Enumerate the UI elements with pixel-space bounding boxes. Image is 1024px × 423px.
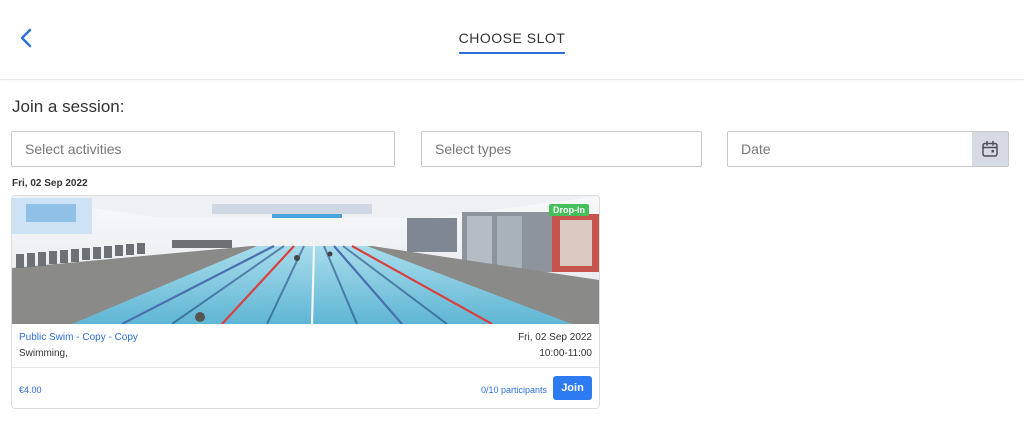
section-heading: Join a session:: [12, 97, 125, 116]
date-input[interactable]: [728, 132, 972, 166]
drop-in-badge: Drop-In: [549, 204, 589, 216]
session-image: Drop-In: [12, 196, 599, 324]
types-select[interactable]: [421, 131, 702, 167]
page-title-text: CHOOSE SLOT: [458, 30, 566, 54]
calendar-button[interactable]: [972, 132, 1008, 166]
activities-input[interactable]: [12, 132, 394, 166]
session-date-heading: Fri, 02 Sep 2022: [12, 178, 88, 189]
session-time: 10:00-11:00: [539, 348, 592, 359]
session-name-link[interactable]: Public Swim - Copy - Copy: [19, 332, 138, 343]
page-title: CHOOSE SLOT: [0, 30, 1024, 54]
calendar-icon: [982, 140, 998, 157]
session-price: €4.00: [19, 385, 42, 395]
participants-count: 0/10 participants: [480, 385, 547, 395]
session-category: Swimming,: [19, 348, 68, 359]
session-card[interactable]: Drop-In Public Swim - Copy - Copy Swimmi…: [11, 195, 600, 409]
top-header: CHOOSE SLOT: [0, 0, 1024, 80]
session-info: Public Swim - Copy - Copy Swimming, Fri,…: [12, 324, 599, 368]
types-input[interactable]: [422, 132, 701, 166]
session-footer: €4.00 0/10 participants Join: [12, 368, 599, 408]
session-date: Fri, 02 Sep 2022: [518, 332, 592, 343]
activities-select[interactable]: [11, 131, 395, 167]
join-button[interactable]: Join: [553, 376, 592, 400]
date-picker[interactable]: [727, 131, 1009, 167]
